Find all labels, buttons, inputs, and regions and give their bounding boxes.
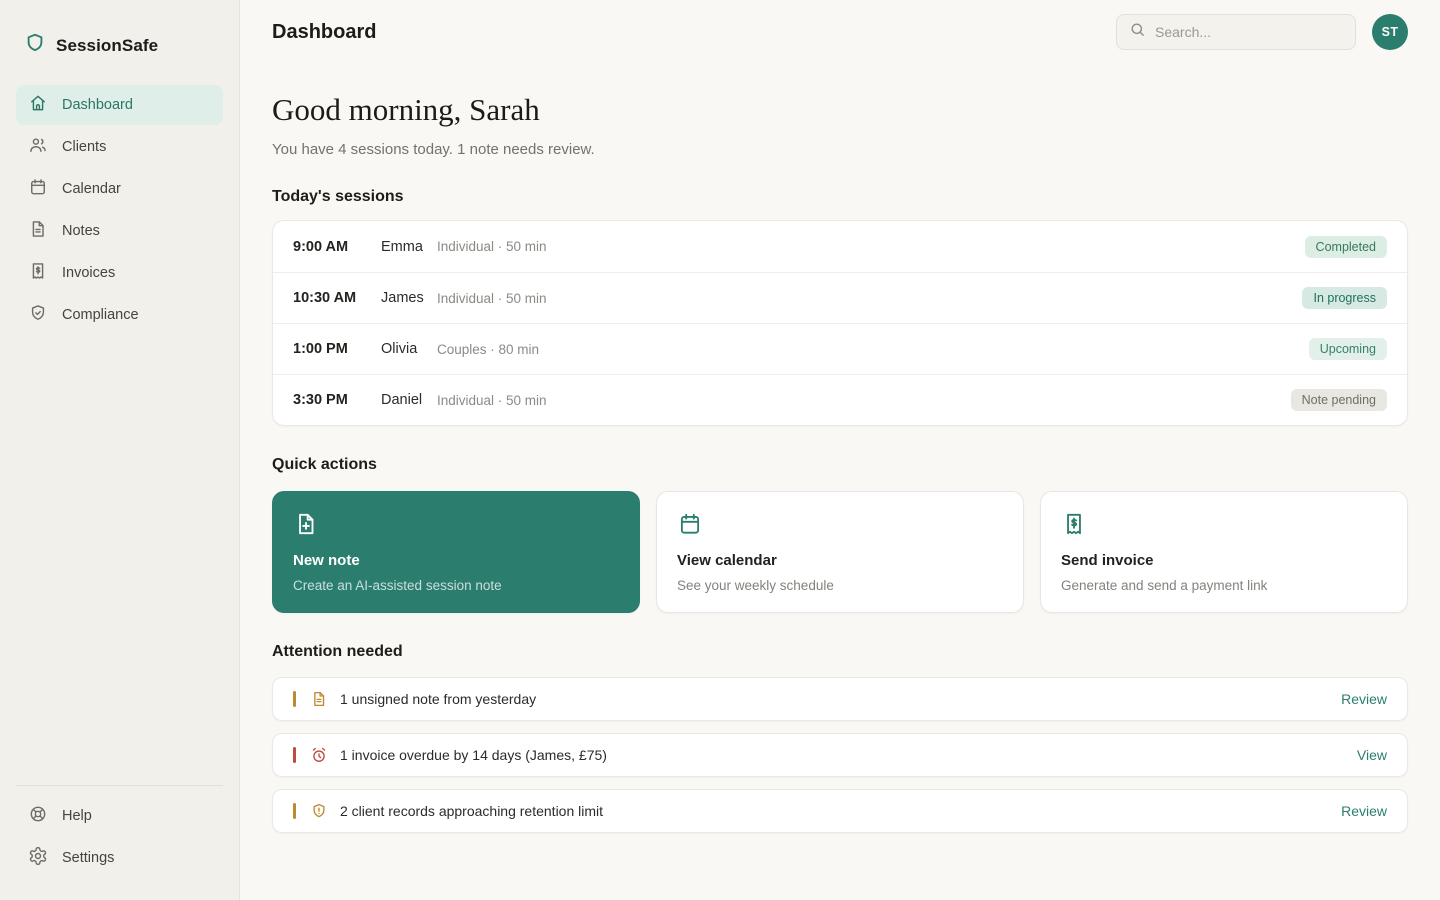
session-client: Olivia xyxy=(381,341,418,357)
shield-alert-icon xyxy=(310,802,328,820)
attention-list: 1 unsigned note from yesterday Review 1 … xyxy=(272,677,1408,833)
quick-action-subtitle: See your weekly schedule xyxy=(677,578,834,593)
sidebar-item-invoices[interactable]: Invoices xyxy=(16,253,223,293)
app-logo: SessionSafe xyxy=(16,0,223,85)
status-badge: Completed xyxy=(1304,235,1387,258)
session-row[interactable]: 1:00 PM Olivia Couples · 80 min Upcoming xyxy=(273,323,1407,374)
review-link[interactable]: Review xyxy=(1341,803,1387,819)
quick-action-subtitle: Create an AI-assisted session note xyxy=(293,578,502,593)
sidebar: SessionSafe Dashboard Clients Calendar N… xyxy=(0,0,240,900)
sidebar-item-label: Calendar xyxy=(62,181,121,197)
quick-action-title: New note xyxy=(293,552,360,569)
greeting-subtitle: You have 4 sessions today. 1 note needs … xyxy=(272,141,595,158)
life-buoy-icon xyxy=(28,804,48,828)
sidebar-item-label: Invoices xyxy=(62,265,116,281)
sidebar-item-compliance[interactable]: Compliance xyxy=(16,295,223,335)
avatar[interactable]: ST xyxy=(1372,14,1408,50)
attention-text: 1 unsigned note from yesterday xyxy=(340,691,537,707)
session-meta: Individual · 50 min xyxy=(437,290,547,306)
session-meta: Individual · 50 min xyxy=(437,239,547,254)
sidebar-item-dashboard[interactable]: Dashboard xyxy=(16,85,223,125)
home-icon xyxy=(28,93,48,117)
status-badge: In progress xyxy=(1302,287,1387,309)
quick-action-subtitle: Generate and send a payment link xyxy=(1061,578,1268,593)
attention-item-overdue-invoice: 1 invoice overdue by 14 days (James, £75… xyxy=(272,733,1408,777)
session-meta: Couples · 80 min xyxy=(437,341,540,357)
sidebar-item-help[interactable]: Help xyxy=(16,796,223,836)
sidebar-item-notes[interactable]: Notes xyxy=(16,211,223,251)
quick-actions: New note Create an AI-assisted session n… xyxy=(272,491,1408,613)
sidebar-item-label: Help xyxy=(62,808,92,824)
file-text-icon xyxy=(310,690,328,708)
shield-check-icon xyxy=(28,303,48,327)
sidebar-item-label: Settings xyxy=(62,850,115,866)
sessions-heading: Today's sessions xyxy=(272,188,404,205)
send-invoice-card[interactable]: Send invoice Generate and send a payment… xyxy=(1040,491,1408,613)
severity-bar xyxy=(293,747,296,763)
topbar: Dashboard ST xyxy=(272,14,1408,50)
sidebar-item-label: Clients xyxy=(62,139,107,155)
main-content: Dashboard ST Good morning, Sarah You hav… xyxy=(240,0,1440,900)
gear-icon xyxy=(28,846,48,870)
session-client: Emma xyxy=(381,238,423,255)
session-time: 10:30 AM xyxy=(293,290,357,306)
attention-item-retention-limit: 2 client records approaching retention l… xyxy=(272,789,1408,833)
alarm-clock-icon xyxy=(310,746,328,764)
sidebar-item-label: Dashboard xyxy=(62,97,133,113)
app-name: SessionSafe xyxy=(56,35,159,55)
receipt-icon xyxy=(1061,513,1087,541)
session-time: 1:00 PM xyxy=(293,341,348,357)
session-row[interactable]: 3:30 PM Daniel Individual · 50 min Note … xyxy=(273,374,1407,425)
shield-logo-icon xyxy=(24,32,46,59)
session-row[interactable]: 10:30 AM James Individual · 50 min In pr… xyxy=(273,272,1407,323)
greeting-title: Good morning, Sarah xyxy=(272,92,540,127)
review-link[interactable]: Review xyxy=(1341,691,1387,707)
sidebar-item-calendar[interactable]: Calendar xyxy=(16,169,223,209)
receipt-icon xyxy=(28,261,48,285)
attention-item-unsigned-note: 1 unsigned note from yesterday Review xyxy=(272,677,1408,721)
sidebar-item-clients[interactable]: Clients xyxy=(16,127,223,167)
topbar-right: ST xyxy=(1116,14,1408,50)
quick-action-title: Send invoice xyxy=(1061,552,1154,569)
file-plus-icon xyxy=(293,513,319,541)
severity-bar xyxy=(293,803,296,819)
users-icon xyxy=(28,135,48,159)
view-calendar-card[interactable]: View calendar See your weekly schedule xyxy=(656,491,1024,613)
sidebar-nav: Dashboard Clients Calendar Notes Invoice… xyxy=(16,85,223,335)
session-meta: Individual · 50 min xyxy=(437,392,547,408)
sessions-card: 9:00 AM Emma Individual · 50 min Complet… xyxy=(272,220,1408,426)
status-badge: Upcoming xyxy=(1308,338,1387,360)
sidebar-footer: Help Settings xyxy=(16,785,223,900)
sidebar-item-label: Compliance xyxy=(62,307,139,323)
status-badge: Note pending xyxy=(1290,389,1387,411)
session-time: 3:30 PM xyxy=(293,392,348,408)
session-client: James xyxy=(381,290,424,306)
view-link[interactable]: View xyxy=(1357,747,1387,763)
attention-text: 2 client records approaching retention l… xyxy=(340,803,604,819)
search-icon xyxy=(1129,21,1146,43)
attention-text: 1 invoice overdue by 14 days (James, £75… xyxy=(340,747,607,763)
session-row[interactable]: 9:00 AM Emma Individual · 50 min Complet… xyxy=(273,221,1407,272)
session-time: 9:00 AM xyxy=(293,238,349,255)
calendar-icon xyxy=(677,513,703,541)
quick-action-title: View calendar xyxy=(677,552,777,569)
calendar-icon xyxy=(28,177,48,201)
page-title: Dashboard xyxy=(272,20,377,43)
session-client: Daniel xyxy=(381,392,423,408)
search-input[interactable] xyxy=(1155,24,1343,40)
file-text-icon xyxy=(28,219,48,243)
new-note-card[interactable]: New note Create an AI-assisted session n… xyxy=(272,491,640,613)
attention-heading: Attention needed xyxy=(272,643,403,660)
sidebar-item-label: Notes xyxy=(62,223,100,239)
sidebar-item-settings[interactable]: Settings xyxy=(16,838,223,878)
greeting: Good morning, Sarah You have 4 sessions … xyxy=(272,92,1408,158)
quick-actions-heading: Quick actions xyxy=(272,456,377,473)
severity-bar xyxy=(293,691,296,707)
search-box[interactable] xyxy=(1116,14,1356,50)
